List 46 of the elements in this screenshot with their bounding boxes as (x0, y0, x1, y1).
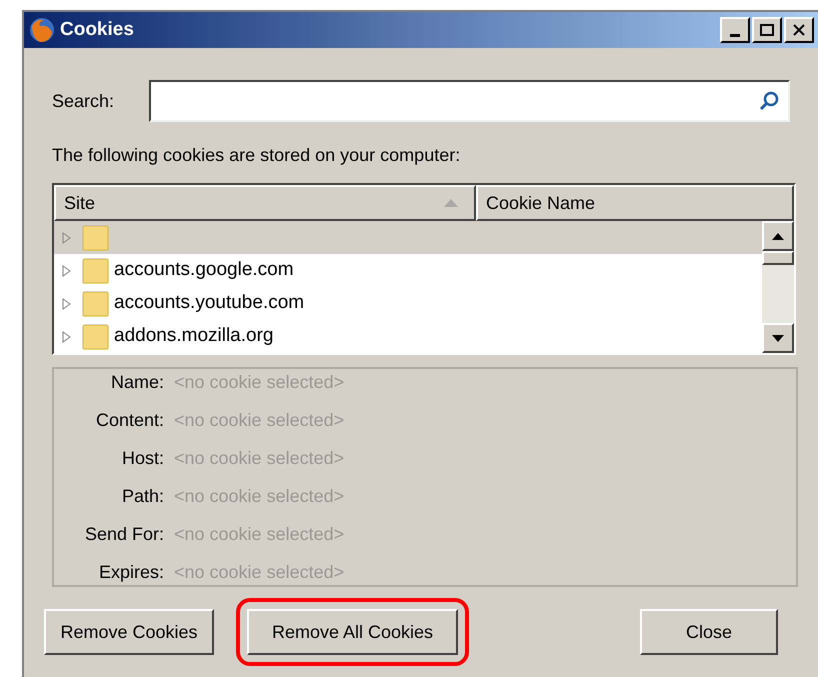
field-label: Host: (120, 446, 164, 470)
close-icon (793, 24, 805, 36)
field-value: <no cookie selected> (174, 522, 346, 546)
search-label: Search: (52, 90, 116, 112)
field-label: Path: (120, 484, 164, 508)
expander-icon[interactable] (60, 330, 72, 342)
down-arrow-icon (772, 334, 784, 342)
close-button[interactable] (784, 17, 814, 43)
scrollbar[interactable] (762, 221, 794, 353)
site-name: accounts.google.com (114, 258, 294, 282)
scroll-down-button[interactable] (762, 323, 794, 353)
column-header[interactable]: Site (54, 185, 476, 221)
dialog-button[interactable]: Close (640, 609, 778, 655)
folder-icon (82, 290, 110, 316)
field-label: Send For: (84, 522, 164, 546)
fox-globe-icon (28, 16, 56, 44)
folder-icon (82, 324, 110, 350)
field-label: Content: (94, 408, 164, 432)
maximize-button[interactable] (752, 17, 782, 43)
up-arrow-icon (772, 232, 784, 240)
window-title: Cookies (60, 18, 134, 42)
maximize-icon (760, 24, 774, 36)
minimize-button[interactable] (720, 17, 750, 43)
scroll-up-button[interactable] (762, 221, 794, 251)
column-header[interactable]: Cookie Name (476, 185, 794, 221)
folder-icon (82, 224, 110, 250)
field-value: <no cookie selected> (174, 560, 346, 584)
search-field[interactable] (148, 80, 790, 122)
field-value: <no cookie selected> (174, 484, 346, 508)
dialog-button[interactable]: Remove Cookies (44, 609, 214, 655)
field-value: <no cookie selected> (174, 408, 346, 432)
field-label: Expires: (98, 560, 164, 584)
site-name: accounts.youtube.com (114, 291, 304, 316)
site-name: addons.mozilla.org (114, 324, 274, 348)
intro-text: The following cookies are stored on your computer: (51, 144, 462, 167)
field-label: Name: (110, 370, 164, 394)
field-value: <no cookie selected> (174, 370, 346, 394)
search-icon (758, 90, 780, 112)
expander-icon[interactable] (60, 264, 72, 276)
dialog-button[interactable]: Remove All Cookies (247, 609, 458, 655)
scroll-thumb[interactable] (762, 251, 794, 265)
folder-icon (82, 258, 110, 284)
sort-arrow-icon (444, 199, 458, 207)
minimize-icon (730, 34, 740, 37)
expander-icon[interactable] (60, 298, 72, 310)
field-value: <no cookie selected> (174, 446, 346, 470)
